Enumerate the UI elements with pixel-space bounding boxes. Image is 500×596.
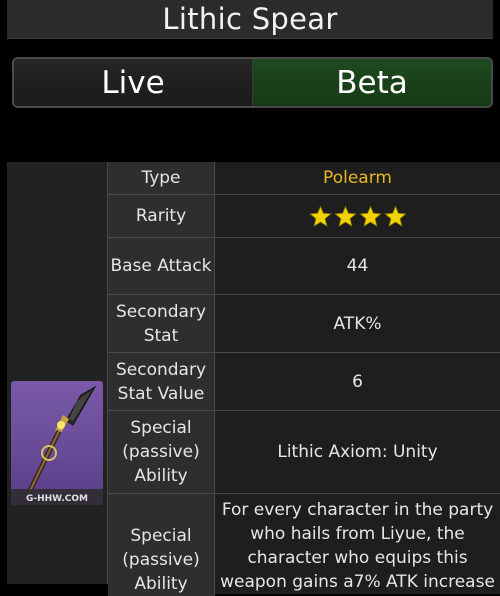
live-tab[interactable]: Live [14,59,253,106]
stat-label: Secondary Stat [108,295,215,352]
stat-value: 6 [215,353,500,410]
rarity-stars [308,204,407,228]
stats-table: Type Polearm Rarity Base Attack 44 Secon… [108,162,500,596]
stat-label: Type [108,162,215,194]
star-icon [308,204,332,227]
beta-tab[interactable]: Beta [253,59,491,106]
stat-row-base-attack: Base Attack 44 [108,238,500,295]
star-icon [333,204,357,227]
stat-label: Special (passive) Ability [108,494,215,596]
stat-label: Special (passive) Ability [108,411,215,493]
stat-row-secondary-stat-value: Secondary Stat Value 6 [108,353,500,411]
title-bar: Lithic Spear [7,0,493,39]
stat-row-passive-name: Special (passive) Ability Lithic Axiom: … [108,411,500,494]
live-tab-label: Live [101,64,165,101]
stat-row-rarity: Rarity [108,195,500,238]
beta-tab-label: Beta [336,64,408,101]
version-toggle[interactable]: Live Beta [12,57,493,108]
image-column: G-HHW.COM [7,162,108,584]
stat-label: Rarity [108,195,215,237]
star-icon [358,204,382,227]
stat-value: ATK% [215,295,500,352]
stat-label: Secondary Stat Value [108,353,215,410]
spear-icon: G-HHW.COM [11,381,103,505]
watermark-text: G-HHW.COM [26,494,88,504]
stat-value: 44 [215,238,500,294]
stat-row-secondary-stat: Secondary Stat ATK% [108,295,500,353]
stat-row-type: Type Polearm [108,162,500,195]
stat-label: Base Attack [108,238,215,294]
stat-value: Polearm [215,162,500,194]
star-icon [383,204,407,227]
weapon-card: G-HHW.COM Type Polearm Rarity Base Attac… [7,162,500,596]
stat-value: Lithic Axiom: Unity [215,411,500,493]
stat-row-passive-desc: Special (passive) Ability For every char… [108,494,500,596]
weapon-image: G-HHW.COM [11,381,103,505]
page-title: Lithic Spear [162,2,338,36]
stat-value: For every character in the party who hai… [215,494,500,594]
stat-value [215,195,500,237]
